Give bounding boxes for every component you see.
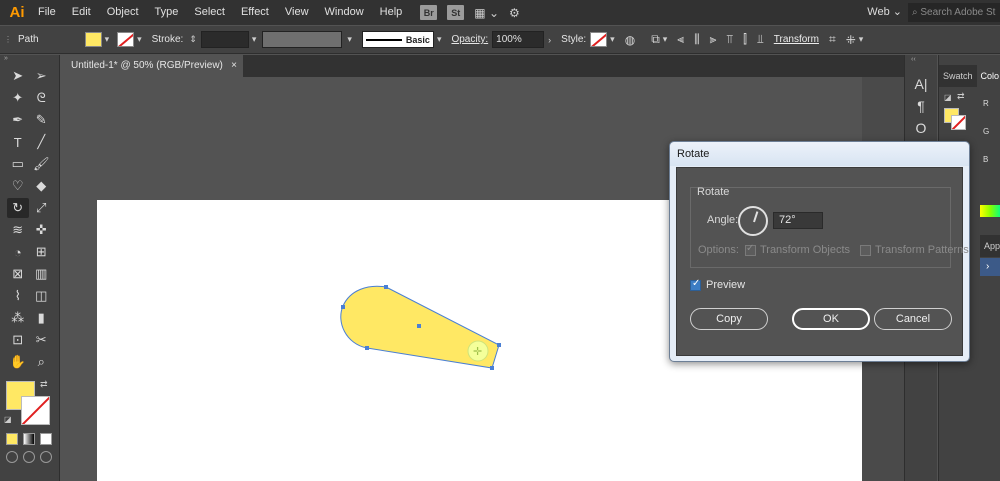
anchor-point[interactable] [384,285,388,289]
rotate-group-title: Rotate [697,186,730,198]
anchor-point[interactable] [497,343,501,347]
appearance-tab[interactable]: App [980,235,1000,257]
channel-b-label: B [983,155,989,164]
angle-dial-icon[interactable] [738,206,768,236]
preview-row[interactable]: Preview [690,278,746,291]
panel-default-colors-icon[interactable]: ◪ [944,93,952,102]
options-label: Options: [698,244,739,256]
color-spectrum-ramp[interactable] [980,205,1000,217]
center-point [417,324,421,328]
rotate-origin-icon: ✛ [473,345,482,358]
preview-checkbox[interactable] [690,278,701,291]
options-row: Options: Transform Objects Transform Pat… [698,243,969,257]
tab-color[interactable]: Colo [976,65,1000,87]
character-panel-icon[interactable]: A| [905,73,937,95]
transform-patterns-label: Transform Patterns [875,244,969,256]
panel-swap-icon[interactable]: ⇄ [957,91,965,102]
paragraph-panel-icon[interactable]: ¶ [905,95,937,117]
angle-input[interactable]: 72° [773,212,823,229]
dialog-title: Rotate [670,142,969,166]
transform-patterns-checkbox[interactable] [860,244,872,256]
transform-objects-label: Transform Objects [759,244,851,256]
cancel-button[interactable]: Cancel [874,308,952,330]
preview-label: Preview [706,279,746,291]
panel-stroke-swatch[interactable] [951,115,966,130]
ok-button[interactable]: OK [792,308,870,330]
transform-objects-checkbox[interactable] [744,243,756,256]
tab-swatches[interactable]: Swatch [939,65,977,87]
copy-button[interactable]: Copy [690,308,768,330]
channel-r-label: R [983,99,989,108]
anchor-point[interactable] [490,366,494,370]
expand-panel-icon[interactable]: › [980,258,1000,276]
dialog-body: Rotate Angle: 72° Options: Transform Obj… [676,167,969,356]
rotate-dialog: Rotate Rotate Angle: 72° Options: Transf… [669,141,970,362]
opentype-panel-icon[interactable]: O [905,117,937,139]
channel-g-label: G [983,127,990,136]
anchor-point[interactable] [341,305,345,309]
angle-label: Angle: [707,214,739,226]
anchor-point[interactable] [365,346,369,350]
panel-strip-grip-icon[interactable]: ‹‹ [905,55,937,65]
